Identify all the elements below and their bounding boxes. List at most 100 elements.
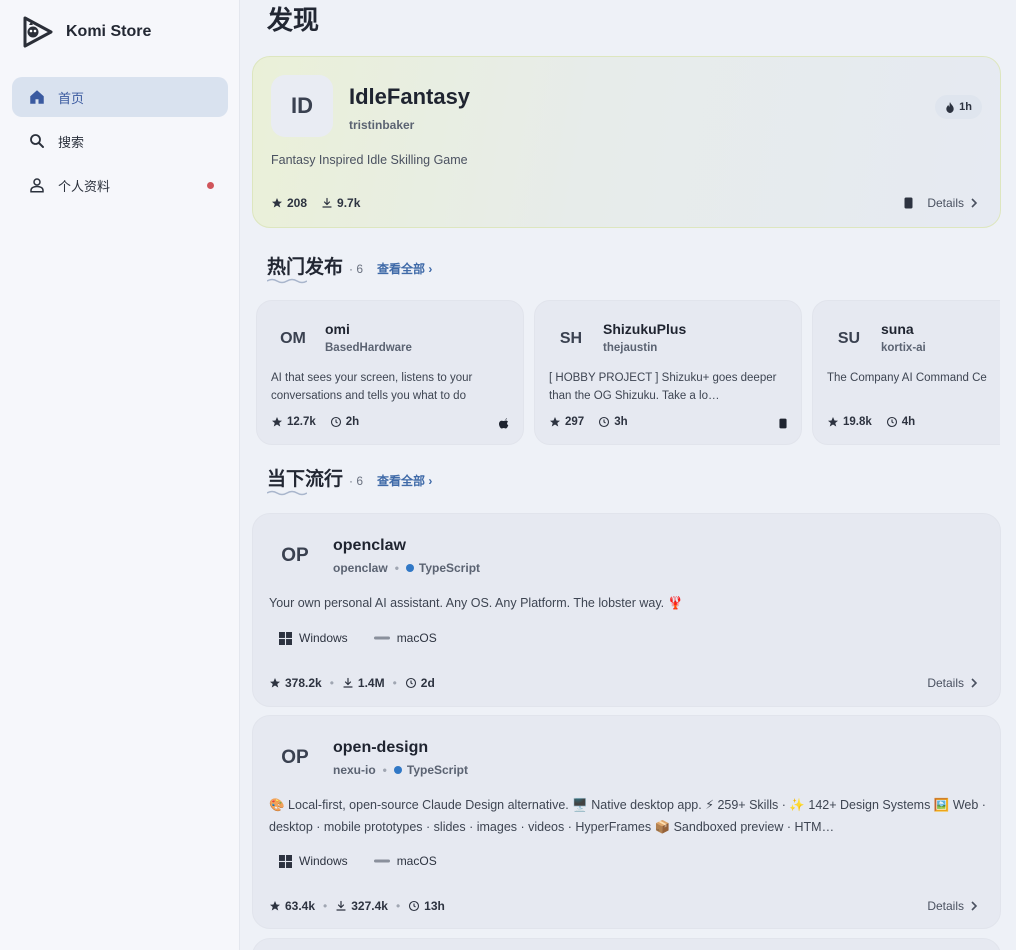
stars-stat: 378.2k xyxy=(269,676,322,690)
sidebar-item-search[interactable]: 搜索 xyxy=(12,121,228,161)
repo-language: TypeScript xyxy=(418,561,481,575)
stars-count: 378.2k xyxy=(285,676,322,690)
featured-card[interactable]: ID IdleFantasy tristinbaker 1h Fantasy I… xyxy=(252,56,1001,228)
repo-card[interactable]: SU suna kortix-ai The Company AI Command… xyxy=(812,300,1000,445)
time-ago: 13h xyxy=(424,899,445,913)
section-title: 热门发布 xyxy=(267,252,343,284)
repo-language: TypeScript xyxy=(406,763,468,777)
section-title-text: 当下流行 xyxy=(267,469,344,490)
repo-name: IdleFantasy xyxy=(349,84,471,109)
stars-count: 297 xyxy=(565,416,585,428)
section-title: 当下流行 xyxy=(267,464,344,496)
repo-name: open-design xyxy=(333,739,429,756)
sidebar-item-home[interactable]: 首页 xyxy=(12,77,228,117)
repo-stats: 208 9.7k xyxy=(271,196,374,210)
wave-underline-icon xyxy=(267,278,307,284)
time-ago: 4h xyxy=(901,416,916,428)
windows-icon xyxy=(279,854,292,868)
repo-card[interactable]: OP openclaw openclaw • TypeScript Your o… xyxy=(252,513,1001,707)
repo-stats: 63.4k • 327.4k • 13h xyxy=(269,899,445,913)
separator: • xyxy=(382,763,387,777)
stars-stat: 12.7k xyxy=(271,416,316,428)
repo-card[interactable]: OM omi BasedHardware AI that sees your s… xyxy=(256,300,524,445)
section-header-trending: 当下流行 · 6 查看全部 › xyxy=(267,464,432,496)
repo-name: ShizukuPlus xyxy=(603,321,687,337)
avatar: SH xyxy=(559,330,583,347)
windows-icon xyxy=(279,631,292,645)
clock-icon xyxy=(408,900,420,912)
view-all-link[interactable]: 查看全部 › xyxy=(377,472,432,489)
platform-windows: Windows xyxy=(279,854,348,868)
repo-card[interactable] xyxy=(252,938,1001,950)
sidebar-item-label: 搜索 xyxy=(58,134,85,150)
platform-macos: macOS xyxy=(373,631,437,645)
time-ago: 2h xyxy=(345,416,360,428)
macos-icon xyxy=(373,635,390,641)
repo-meta: openclaw • TypeScript xyxy=(333,561,480,575)
clock-icon xyxy=(405,677,417,689)
downloads-stat: 327.4k xyxy=(335,899,388,913)
details-link[interactable]: Details xyxy=(927,676,978,690)
downloads-count: 1.4M xyxy=(357,676,385,690)
clock-icon xyxy=(886,416,898,428)
repo-owner: openclaw xyxy=(333,561,388,575)
separator: • xyxy=(329,676,334,690)
repo-name: omi xyxy=(325,321,350,337)
time-ago: 2d xyxy=(420,676,435,690)
chevron-right-icon xyxy=(970,901,978,911)
stars-stat: 19.8k xyxy=(827,416,872,428)
repo-name: suna xyxy=(881,321,914,337)
time-stat: 2d xyxy=(405,676,435,690)
star-icon xyxy=(269,900,281,912)
repo-description: The Company AI Command Ce xyxy=(827,372,987,384)
download-icon xyxy=(342,677,354,689)
page-title: 发现 xyxy=(267,5,320,35)
badge-text: 1h xyxy=(959,101,972,113)
repo-stats: 19.8k 4h xyxy=(827,416,929,428)
section-count: · 6 xyxy=(349,474,364,488)
separator: • xyxy=(395,899,401,913)
repo-meta: nexu-io • TypeScript xyxy=(333,763,468,777)
wave-underline-icon xyxy=(267,490,307,496)
android-phone-icon xyxy=(779,418,787,429)
repo-owner: nexu-io xyxy=(333,763,376,777)
repo-card[interactable]: SH ShizukuPlus thejaustin [ HOBBY PROJEC… xyxy=(534,300,802,445)
details-label: Details xyxy=(927,899,964,913)
phone-icon xyxy=(904,197,913,209)
time-stat: 2h xyxy=(330,416,359,428)
avatar: OP xyxy=(281,545,309,566)
sidebar-nav: 首页 搜索 个人资料 xyxy=(12,77,228,209)
sidebar-item-profile[interactable]: 个人资料 xyxy=(12,165,228,205)
details-link[interactable]: Details xyxy=(927,899,978,913)
stars-stat: 297 xyxy=(549,416,584,428)
stars-count: 19.8k xyxy=(843,416,872,428)
avatar: ID xyxy=(271,75,333,137)
view-all-link[interactable]: 查看全部 › xyxy=(377,260,432,277)
stars-count: 12.7k xyxy=(287,416,316,428)
repo-owner: kortix-ai xyxy=(881,342,926,354)
repo-card[interactable]: OP open-design nexu-io • TypeScript 🎨 Lo… xyxy=(252,715,1001,929)
details-link[interactable]: Details xyxy=(904,196,978,210)
downloads-count: 327.4k xyxy=(351,899,388,913)
brand[interactable]: Komi Store xyxy=(20,14,151,50)
star-icon xyxy=(827,416,839,428)
platform-label: Windows xyxy=(299,631,348,645)
platform-macos: macOS xyxy=(373,854,437,868)
download-icon xyxy=(335,900,347,912)
downloads-stat: 1.4M xyxy=(342,676,385,690)
chevron-right-icon xyxy=(970,678,978,688)
time-ago: 3h xyxy=(614,416,628,428)
language-dot xyxy=(393,766,402,774)
stars-stat: 208 xyxy=(271,196,307,210)
avatar: SU xyxy=(837,330,861,347)
clock-icon xyxy=(330,416,342,428)
repo-owner: tristinbaker xyxy=(349,118,415,132)
time-stat: 13h xyxy=(408,899,445,913)
recent-carousel[interactable]: OM omi BasedHardware AI that sees your s… xyxy=(256,300,1000,445)
star-icon xyxy=(549,416,561,428)
repo-description: Your own personal AI assistant. Any OS. … xyxy=(269,596,684,610)
clock-icon xyxy=(598,416,610,428)
chevron-right-icon xyxy=(970,198,978,208)
person-icon xyxy=(28,176,46,194)
star-icon xyxy=(271,197,283,209)
